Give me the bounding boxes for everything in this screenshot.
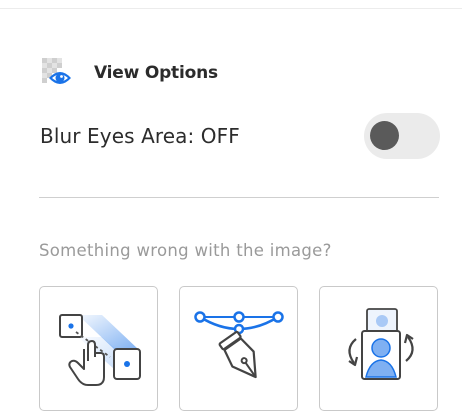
problem-prompt: Something wrong with the image? [39, 241, 332, 260]
view-options-header: View Options [40, 56, 218, 90]
swap-face-tool-button[interactable] [319, 286, 438, 411]
section-divider [39, 197, 439, 198]
top-divider [0, 0, 462, 9]
face-swap-icon [348, 308, 414, 380]
blur-eyes-toggle[interactable] [364, 113, 440, 159]
view-options-title: View Options [94, 63, 218, 83]
blur-eyes-label: Blur Eyes Area: OFF [40, 124, 240, 148]
eye-checker-icon [42, 58, 71, 84]
pen-curve-icon [194, 311, 284, 379]
drag-crop-icon [59, 314, 141, 386]
toggle-knob [370, 121, 399, 150]
blur-eyes-row: Blur Eyes Area: OFF [40, 112, 440, 160]
fix-tools [39, 286, 440, 411]
move-crop-tool-button[interactable] [39, 286, 158, 411]
curve-adjust-tool-button[interactable] [179, 286, 298, 411]
